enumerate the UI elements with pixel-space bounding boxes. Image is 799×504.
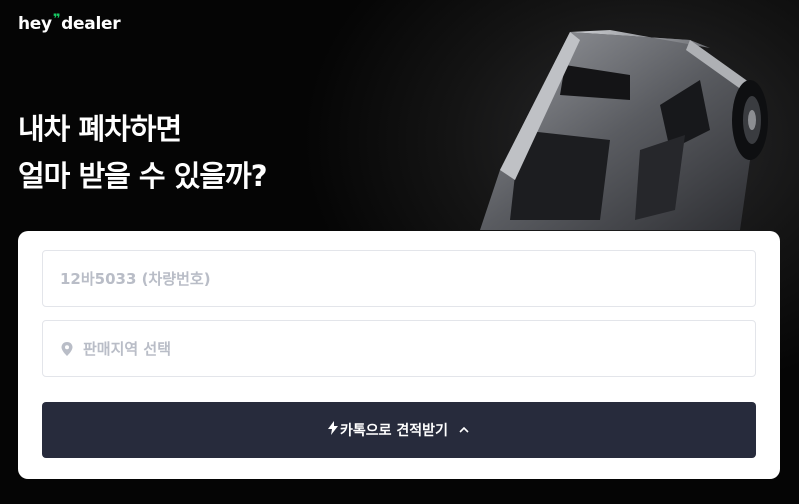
headline-line-2: 얼마 받을 수 있을까? (18, 159, 268, 193)
plate-placeholder: 12바5033 (차량번호) (60, 270, 211, 288)
hero-headline: 내차 폐차하면 얼마 받을 수 있을까? (18, 106, 268, 200)
lightning-icon (328, 421, 339, 439)
brand-logo[interactable]: hey ❞ dealer (18, 11, 121, 35)
location-pin-icon (60, 341, 74, 357)
car-image (480, 30, 768, 230)
logo-text-dealer: dealer (61, 14, 121, 34)
chevron-up-icon (458, 426, 470, 434)
logo-quote-icon: ❞ (52, 11, 61, 27)
quote-form-card: 12바5033 (차량번호) 판매지역 선택 카톡으로 견적받기 (18, 231, 780, 479)
headline-line-1: 내차 폐차하면 (18, 112, 182, 146)
kakao-quote-label: 카톡으로 견적받기 (340, 423, 448, 439)
region-select[interactable]: 판매지역 선택 (42, 320, 756, 377)
logo-text-hey: hey (18, 14, 52, 34)
plate-number-input[interactable]: 12바5033 (차량번호) (42, 250, 756, 307)
region-placeholder: 판매지역 선택 (83, 340, 172, 358)
kakao-quote-button[interactable]: 카톡으로 견적받기 (42, 402, 756, 458)
